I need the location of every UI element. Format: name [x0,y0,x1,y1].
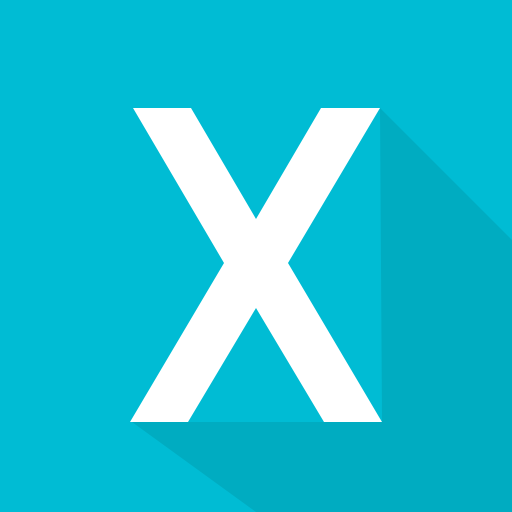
letter-x-graphic [130,108,512,512]
letter-x-icon: X [0,0,512,512]
letter-x-glyph [130,108,382,422]
